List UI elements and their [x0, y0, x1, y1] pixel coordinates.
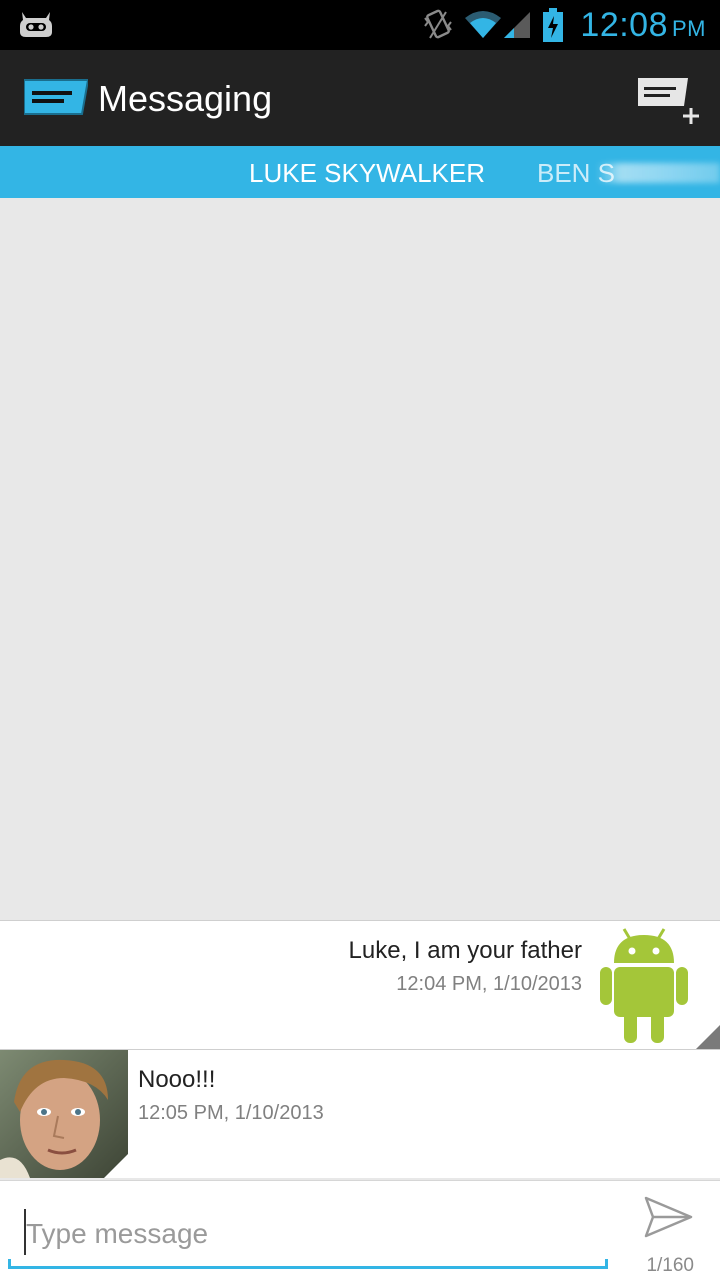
text-cursor	[24, 1209, 26, 1255]
clock-time: 12:08	[580, 5, 668, 44]
message-body: Luke, I am your father 12:04 PM, 1/10/20…	[349, 937, 582, 996]
message-text: Luke, I am your father	[348, 937, 582, 964]
input-underline-left-tick	[8, 1259, 11, 1269]
message-timestamp: 12:04 PM, 1/10/2013	[396, 973, 582, 995]
wifi-icon	[465, 11, 502, 38]
message-input[interactable]	[24, 1213, 608, 1255]
message-timestamp: 12:05 PM, 1/10/2013	[138, 1102, 324, 1124]
composer-bar: 1/160	[0, 1180, 720, 1281]
message-input-wrapper	[8, 1201, 608, 1275]
status-clock: 12:08 PM	[580, 6, 706, 45]
android-robot-avatar[interactable]	[592, 921, 720, 1049]
tab-luke-skywalker[interactable]: LUKE SKYWALKER	[249, 146, 485, 198]
input-underline	[8, 1266, 608, 1269]
input-underline-right-tick	[605, 1259, 608, 1269]
signal-icon	[504, 12, 531, 38]
redaction-blur	[596, 163, 720, 183]
character-counter: 1/160	[646, 1255, 694, 1276]
message-text: Nooo!!!	[138, 1066, 216, 1093]
clock-ampm: PM	[672, 15, 706, 41]
message-thread[interactable]	[0, 198, 720, 918]
send-icon[interactable]	[644, 1195, 694, 1239]
message-incoming[interactable]: Nooo!!! 12:05 PM, 1/10/2013	[0, 1049, 720, 1178]
messaging-app-icon[interactable]	[24, 78, 88, 118]
app-title: Messaging	[98, 78, 273, 119]
contact-photo-avatar[interactable]	[0, 1050, 128, 1178]
action-bar: Messaging	[0, 50, 720, 146]
new-message-icon[interactable]	[636, 76, 700, 130]
message-outgoing[interactable]: Luke, I am your father 12:04 PM, 1/10/20…	[0, 920, 720, 1049]
vibrate-icon	[424, 9, 453, 39]
message-body: Nooo!!! 12:05 PM, 1/10/2013	[138, 1066, 324, 1125]
cyanogenmod-icon	[20, 12, 52, 37]
battery-charging-icon	[543, 8, 564, 42]
status-bar: 12:08 PM	[0, 0, 720, 50]
